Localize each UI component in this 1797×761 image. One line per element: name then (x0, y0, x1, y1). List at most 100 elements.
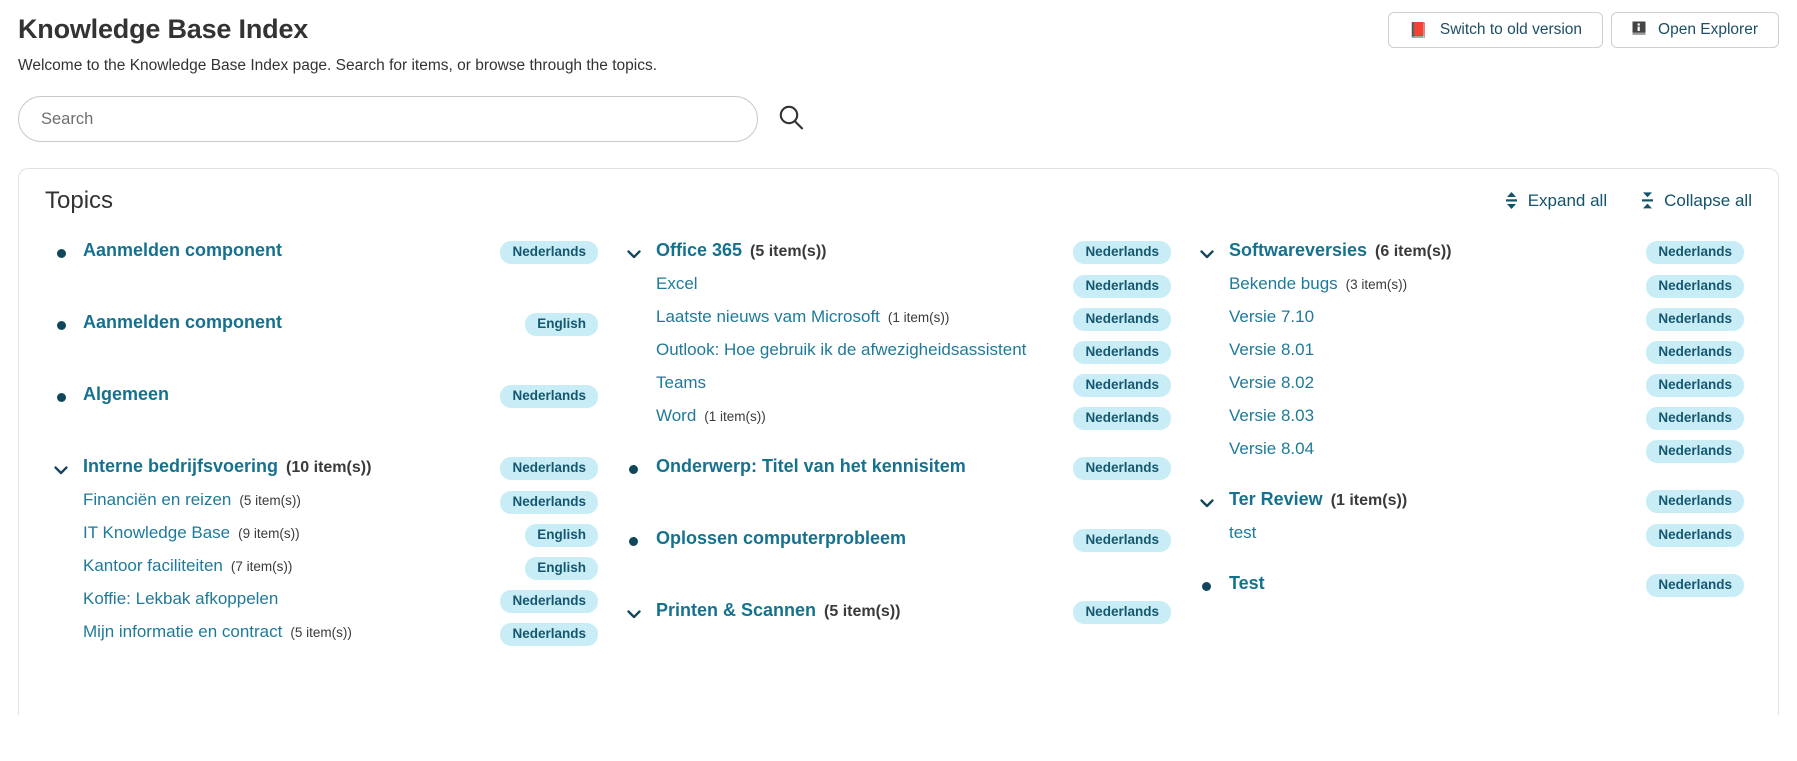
topics-header: Topics Expand all Collapse all (19, 169, 1778, 216)
topic-group: Oplossen computerprobleem Nederlands (612, 526, 1171, 552)
topic-link[interactable]: Onderwerp: Titel van het kennisitem (656, 454, 966, 478)
topic-link[interactable]: Softwareversies (1229, 238, 1367, 262)
topic-child-label-group: Financiën en reizen (5 item(s)) (83, 488, 301, 512)
topic-child-body: Versie 8.03 Nederlands (1229, 404, 1744, 430)
topic-link[interactable]: Aanmelden component (83, 310, 282, 334)
topic-children: test Nederlands (1185, 521, 1744, 547)
language-badge: Nederlands (1646, 574, 1744, 597)
expand-all-label: Expand all (1527, 191, 1608, 210)
child-indent-spacer (39, 554, 83, 557)
topic-child-link[interactable]: Versie 8.04 (1229, 437, 1314, 461)
topic-child-link[interactable]: Excel (656, 272, 698, 296)
topic-child-label-group: Versie 8.02 (1229, 371, 1314, 395)
chevron-down-icon[interactable] (39, 454, 83, 484)
topic-child-body: Versie 8.02 Nederlands (1229, 371, 1744, 397)
topic-row: Office 365 (5 item(s)) Nederlands (612, 238, 1171, 268)
chevron-down-icon[interactable] (612, 598, 656, 628)
search-icon (778, 104, 805, 134)
topic-child-row: Word (1 item(s)) Nederlands (612, 404, 1171, 430)
topic-link[interactable]: Interne bedrijfsvoering (83, 454, 278, 478)
page-header: Knowledge Base Index Welcome to the Know… (0, 0, 1797, 76)
topic-row: Printen & Scannen (5 item(s)) Nederlands (612, 598, 1171, 628)
chevron-down-icon[interactable] (1185, 487, 1229, 517)
topic-child-row: test Nederlands (1185, 521, 1744, 547)
topic-child-link[interactable]: Outlook: Hoe gebruik ik de afwezigheidsa… (656, 338, 1026, 362)
topic-group: Aanmelden component English (39, 310, 598, 336)
topic-child-body: test Nederlands (1229, 521, 1744, 547)
expand-all-button[interactable]: Expand all (1505, 188, 1607, 214)
chevron-down-icon[interactable] (612, 238, 656, 268)
topic-child-item-count: (1 item(s)) (704, 409, 766, 424)
topic-link[interactable]: Ter Review (1229, 487, 1323, 511)
topic-label-group: Softwareversies (6 item(s)) (1229, 238, 1452, 262)
language-badge: Nederlands (1073, 308, 1171, 331)
topic-link[interactable]: Printen & Scannen (656, 598, 816, 622)
topic-child-body: Versie 8.04 Nederlands (1229, 437, 1744, 463)
topic-child-link[interactable]: Koffie: Lekbak afkoppelen (83, 587, 278, 611)
topic-link[interactable]: Office 365 (656, 238, 742, 262)
language-badge: Nederlands (1073, 341, 1171, 364)
child-indent-spacer (1185, 404, 1229, 407)
header-actions: 📕 Switch to old version Open Explorer (1388, 12, 1779, 48)
language-badge: Nederlands (1646, 407, 1744, 430)
topic-row-body: Oplossen computerprobleem Nederlands (656, 526, 1171, 552)
topic-row-body: Softwareversies (6 item(s)) Nederlands (1229, 238, 1744, 264)
topic-child-label-group: Koffie: Lekbak afkoppelen (83, 587, 278, 611)
topic-child-row: Versie 7.10 Nederlands (1185, 305, 1744, 331)
topic-link[interactable]: Test (1229, 571, 1265, 595)
topic-row-body: Interne bedrijfsvoering (10 item(s)) Neder… (83, 454, 598, 480)
information-book-icon (1632, 21, 1646, 39)
topic-child-item-count: (9 item(s)) (238, 526, 300, 541)
topic-child-link[interactable]: Kantoor faciliteiten (83, 554, 223, 578)
topic-link[interactable]: Oplossen computerprobleem (656, 526, 906, 550)
topic-child-link[interactable]: Versie 8.02 (1229, 371, 1314, 395)
topic-label-group: Oplossen computerprobleem (656, 526, 906, 550)
topics-column-1: Aanmelden component Nederlands Aanmelden c… (39, 238, 612, 674)
topic-row-body: Printen & Scannen (5 item(s)) Nederlands (656, 598, 1171, 624)
topic-row: Aanmelden component Nederlands (39, 238, 598, 264)
topic-link[interactable]: Aanmelden component (83, 238, 282, 262)
topic-child-label-group: Word (1 item(s)) (656, 404, 766, 428)
collapse-all-button[interactable]: Collapse all (1641, 188, 1752, 214)
open-explorer-label: Open Explorer (1658, 21, 1758, 38)
chevron-down-icon[interactable] (1185, 238, 1229, 268)
topic-child-link[interactable]: Laatste nieuws vam Microsoft (656, 305, 880, 329)
topic-child-link[interactable]: Versie 8.03 (1229, 404, 1314, 428)
topic-link[interactable]: Algemeen (83, 382, 169, 406)
topic-children: Bekende bugs (3 item(s)) Nederlands Versie … (1185, 272, 1744, 463)
search-button[interactable] (774, 102, 808, 136)
topic-group: Aanmelden component Nederlands (39, 238, 598, 264)
open-explorer-button[interactable]: Open Explorer (1611, 12, 1779, 48)
topic-child-row: Outlook: Hoe gebruik ik de afwezigheidsa… (612, 338, 1171, 364)
topic-child-item-count: (5 item(s)) (290, 625, 352, 640)
topic-child-item-count: (7 item(s)) (230, 559, 293, 574)
topic-child-body: Bekende bugs (3 item(s)) Nederlands (1229, 272, 1744, 298)
topic-child-link[interactable]: Versie 7.10 (1229, 305, 1314, 329)
language-badge: English (525, 313, 598, 336)
topic-child-label-group: Versie 8.04 (1229, 437, 1314, 461)
topic-child-link[interactable]: Versie 8.01 (1229, 338, 1314, 362)
topic-child-link[interactable]: IT Knowledge Base (83, 521, 230, 545)
topic-child-link[interactable]: Word (656, 404, 696, 428)
topic-child-body: Outlook: Hoe gebruik ik de afwezigheidsa… (656, 338, 1171, 364)
topic-row: Ter Review (1 item(s)) Nederlands (1185, 487, 1744, 517)
topic-child-link[interactable]: Mijn informatie en contract (83, 620, 282, 644)
topic-label-group: Interne bedrijfsvoering (10 item(s)) (83, 454, 371, 478)
child-indent-spacer (39, 488, 83, 491)
topic-child-body: Koffie: Lekbak afkoppelen Nederlands (83, 587, 598, 613)
topic-child-label-group: Teams (656, 371, 706, 395)
language-badge: Nederlands (500, 623, 598, 646)
language-badge: English (525, 524, 598, 547)
information-book-glyph (1632, 21, 1646, 35)
topic-group: Interne bedrijfsvoering (10 item(s)) Neder… (39, 454, 598, 646)
topic-child-link[interactable]: Financiën en reizen (83, 488, 231, 512)
child-indent-spacer (612, 305, 656, 308)
topic-group: Algemeen Nederlands (39, 382, 598, 408)
topic-child-link[interactable]: Teams (656, 371, 706, 395)
topic-child-link[interactable]: Bekende bugs (1229, 272, 1338, 296)
switch-to-old-version-button[interactable]: 📕 Switch to old version (1388, 12, 1604, 48)
topic-child-label-group: Bekende bugs (3 item(s)) (1229, 272, 1407, 296)
topic-group: Printen & Scannen (5 item(s)) Nederlands (612, 598, 1171, 628)
topic-child-link[interactable]: test (1229, 521, 1256, 545)
search-input[interactable] (18, 96, 758, 142)
